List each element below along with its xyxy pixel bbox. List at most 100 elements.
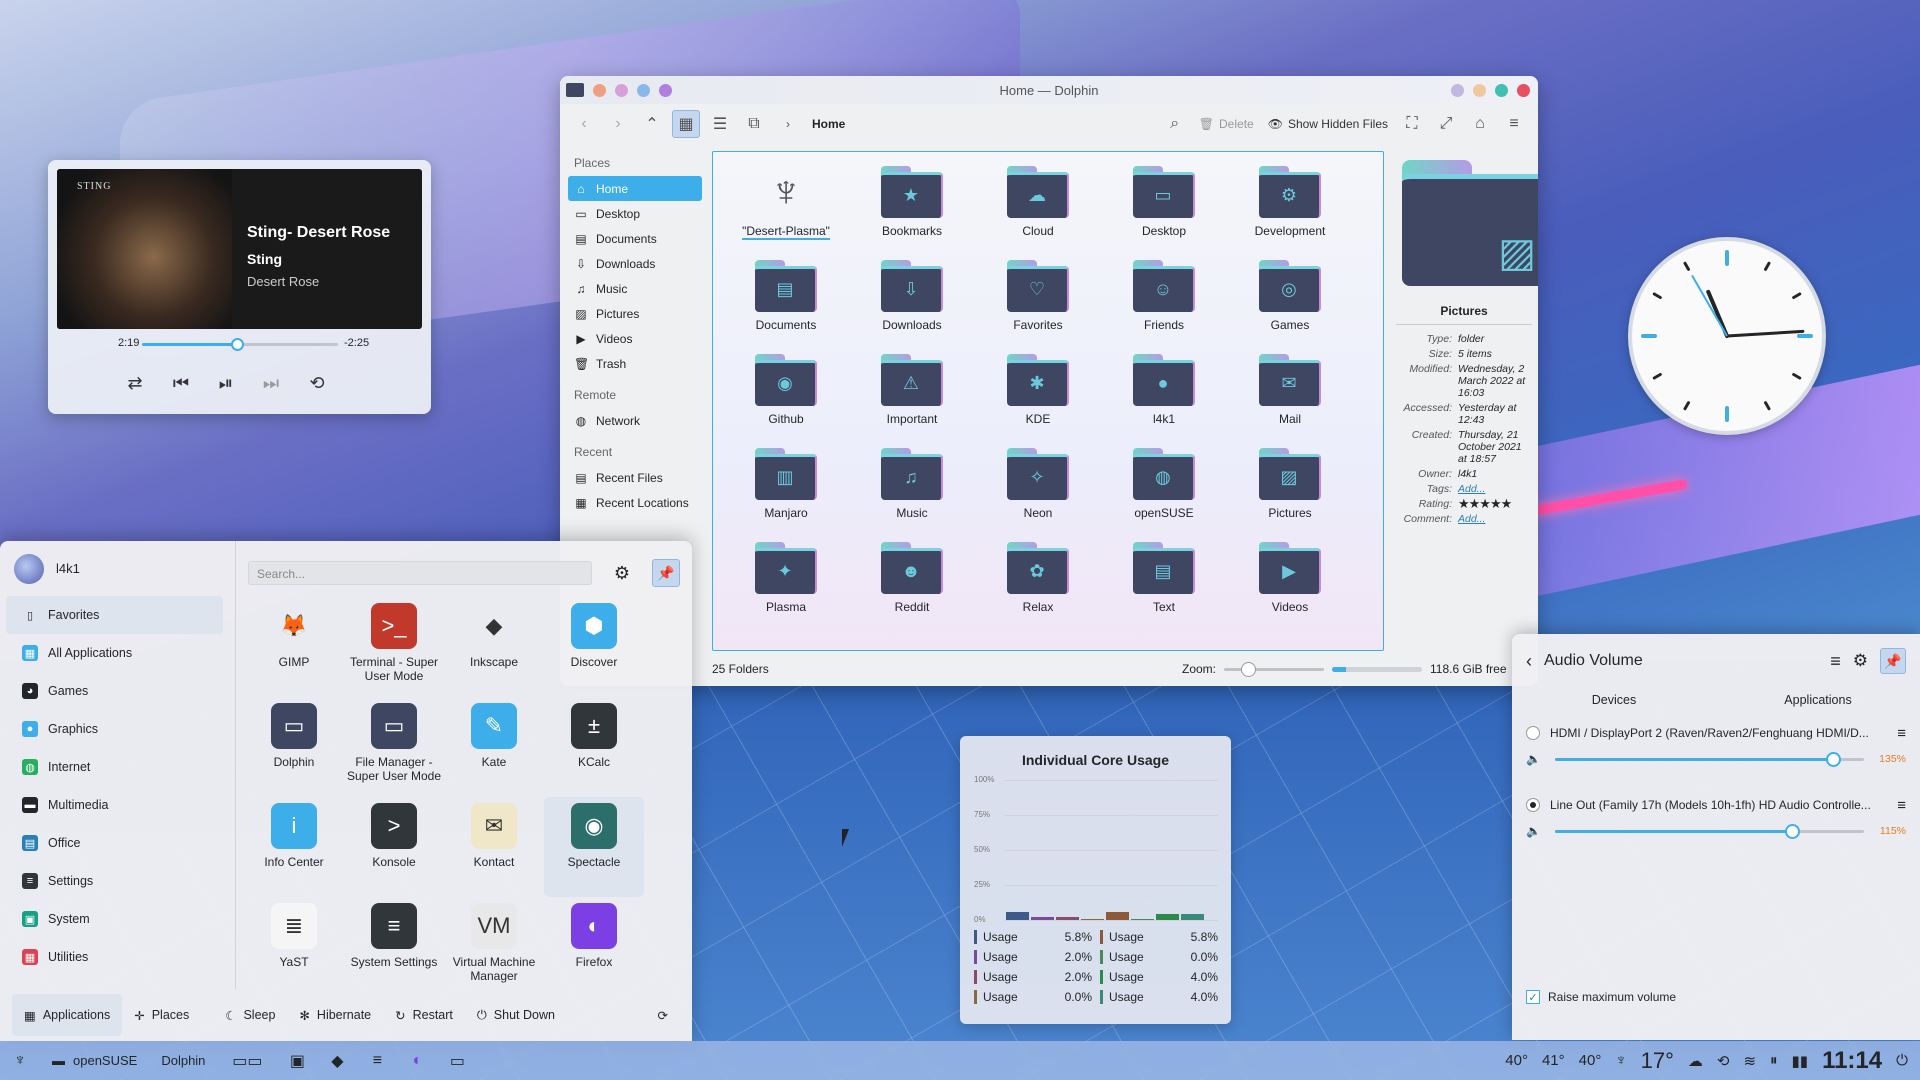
folder-item[interactable]: ▭ Desktop — [1101, 162, 1227, 256]
up-icon[interactable]: ⌃ — [638, 110, 666, 138]
volume-handle[interactable] — [1826, 751, 1842, 767]
leave-icon[interactable]: ⟳ — [646, 994, 680, 1036]
app-terminal-super-user-mode[interactable]: >_ Terminal - Super User Mode — [344, 597, 444, 697]
previous-icon[interactable]: ⏮ — [168, 370, 194, 396]
avatar[interactable] — [14, 553, 44, 584]
dolphin-task-icon[interactable]: ▭ — [437, 1041, 477, 1080]
category-favorites[interactable]: ▯ Favorites — [6, 596, 223, 634]
place-recent-files[interactable]: ▤ Recent Files — [568, 465, 702, 490]
fit-icon[interactable]: ⤢ — [1432, 110, 1460, 138]
next-icon[interactable]: ⏭ — [258, 370, 284, 396]
device-radio[interactable] — [1526, 726, 1540, 740]
app-kontact[interactable]: ✉ Kontact — [444, 797, 544, 897]
tab-devices[interactable]: Devices — [1512, 693, 1716, 707]
app-spectacle[interactable]: ◉ Spectacle — [544, 797, 644, 897]
folder-item[interactable]: ◍ openSUSE — [1101, 444, 1227, 538]
split-view-icon[interactable]: ⧉ — [740, 110, 768, 138]
titlebar[interactable]: Home — Dolphin — [560, 76, 1538, 104]
launcher-menu-icon[interactable]: ♆ — [0, 1041, 40, 1080]
places-tab[interactable]: ✛ Places — [122, 994, 201, 1036]
maximize-dot[interactable] — [1495, 83, 1508, 97]
zoom-slider[interactable] — [1224, 661, 1325, 677]
firefox-task-icon[interactable]: ◐ — [397, 1041, 437, 1080]
app-gimp[interactable]: 🦊 GIMP — [244, 597, 344, 697]
details-view-icon[interactable]: ☰ — [706, 110, 734, 138]
category-all-applications[interactable]: ▦ All Applications — [6, 634, 223, 672]
folder-item[interactable]: ✦ Plasma — [723, 538, 849, 632]
folder-item[interactable]: ♆ "Desert-Plasma" — [723, 162, 849, 256]
app-yast[interactable]: ≣ YaST — [244, 897, 344, 997]
app-system-settings[interactable]: ≡ System Settings — [344, 897, 444, 997]
speaker-icon[interactable]: 🔈 — [1526, 824, 1541, 838]
volume-slider[interactable] — [1554, 823, 1864, 839]
checkbox[interactable]: ✓ — [1526, 990, 1540, 1004]
cpu-temp-3[interactable]: 40° — [1579, 1052, 1602, 1069]
place-trash[interactable]: 🗑 Trash — [568, 351, 702, 376]
task-dolphin[interactable]: Dolphin — [149, 1041, 217, 1080]
desktop-switch-icon[interactable]: ▣ — [277, 1041, 317, 1080]
app-firefox[interactable]: ◐ Firefox — [544, 897, 644, 997]
restart-button[interactable]: ↻ Restart — [383, 994, 465, 1036]
cpu-temp-1[interactable]: 40° — [1505, 1052, 1528, 1069]
back-arrow-icon[interactable]: ‹ — [1526, 651, 1532, 672]
applications-tab[interactable]: ▦ Applications — [12, 994, 123, 1036]
pin-icon[interactable]: 📌 — [652, 559, 680, 587]
audio-device[interactable]: HDMI / DisplayPort 2 (Raven/Raven2/Fengh… — [1512, 718, 1920, 748]
place-desktop[interactable]: ▭ Desktop — [568, 201, 702, 226]
cloud-icon[interactable]: ☁ — [1688, 1052, 1703, 1070]
device-radio[interactable] — [1526, 798, 1540, 812]
seek-handle[interactable] — [231, 338, 245, 351]
folder-item[interactable]: ⚠ Important — [849, 350, 975, 444]
place-music[interactable]: ♫ Music — [568, 276, 702, 301]
show-hidden-files-button[interactable]: 👁 Show Hidden Files — [1264, 110, 1392, 138]
folder-item[interactable]: ☺ Friends — [1101, 256, 1227, 350]
shuffle-icon[interactable]: ⇄ — [122, 370, 148, 396]
app-inkscape[interactable]: ◆ Inkscape — [444, 597, 544, 697]
breadcrumb-home[interactable]: Home — [808, 110, 849, 138]
zoom-handle[interactable] — [1241, 661, 1257, 677]
plasma-logo-icon[interactable]: ♆ — [1615, 1052, 1626, 1069]
weather-temp[interactable]: 17° — [1641, 1048, 1674, 1074]
close-dot[interactable] — [1517, 83, 1530, 97]
icons-view-icon[interactable]: ▦ — [672, 110, 700, 138]
folder-item[interactable]: ◎ Games — [1227, 256, 1353, 350]
folder-item[interactable]: ⚙ Development — [1227, 162, 1353, 256]
app-virtual-machine-manager[interactable]: VM Virtual Machine Manager — [444, 897, 544, 997]
repeat-icon[interactable]: ⟲ — [304, 370, 330, 396]
tags-add-link[interactable]: Add... — [1458, 483, 1532, 495]
app-file-manager-super-user-mode[interactable]: ▭ File Manager - Super User Mode — [344, 697, 444, 797]
folder-item[interactable]: ▥ Manjaro — [723, 444, 849, 538]
back-icon[interactable]: ‹ — [570, 110, 598, 138]
place-home[interactable]: ⌂ Home — [568, 176, 702, 201]
folder-item[interactable]: ♫ Music — [849, 444, 975, 538]
place-network[interactable]: ◍ Network — [568, 408, 702, 433]
power-tray-icon[interactable]: ⏻ — [1896, 1052, 1908, 1069]
hamburger-menu-icon[interactable]: ≡ — [1500, 110, 1528, 138]
folder-item[interactable]: ♡ Favorites — [975, 256, 1101, 350]
play-icon[interactable]: ⏯ — [213, 370, 239, 396]
hamburger-icon[interactable]: ≡ — [1830, 651, 1841, 672]
folder-item[interactable]: ● l4k1 — [1101, 350, 1227, 444]
network-icon[interactable]: ⟲ — [1717, 1052, 1730, 1070]
shutdown-button[interactable]: ⏻ Shut Down — [465, 994, 567, 1036]
device-menu-icon[interactable]: ≡ — [1897, 797, 1906, 814]
volume-handle[interactable] — [1784, 823, 1800, 839]
inkscape-task-icon[interactable]: ◆ — [317, 1041, 357, 1080]
pause-icon[interactable]: ⏸ — [1770, 1052, 1778, 1069]
category-graphics[interactable]: ● Graphics — [6, 710, 223, 748]
folder-item[interactable]: ▤ Documents — [723, 256, 849, 350]
user-row[interactable]: l4k1 — [0, 541, 235, 596]
shade-dot[interactable] — [1451, 83, 1464, 97]
gear-icon[interactable]: ⚙ — [610, 561, 634, 585]
hibernate-button[interactable]: ✻ Hibernate — [287, 994, 383, 1036]
audio-tray-icon[interactable]: ≋ — [1743, 1052, 1756, 1070]
folder-item[interactable]: ▤ Text — [1101, 538, 1227, 632]
audio-gear-icon[interactable]: ⚙ — [1853, 651, 1868, 671]
search-icon[interactable]: ⌕ — [1161, 110, 1189, 138]
pager-icon[interactable]: ▭▭ — [217, 1041, 277, 1080]
battery-icon[interactable]: ▮▮ — [1792, 1052, 1809, 1070]
folder-item[interactable]: ⇩ Downloads — [849, 256, 975, 350]
volume-slider[interactable] — [1554, 751, 1864, 767]
audio-pin-icon[interactable]: 📌 — [1880, 648, 1906, 674]
app-kcalc[interactable]: ± KCalc — [544, 697, 644, 797]
